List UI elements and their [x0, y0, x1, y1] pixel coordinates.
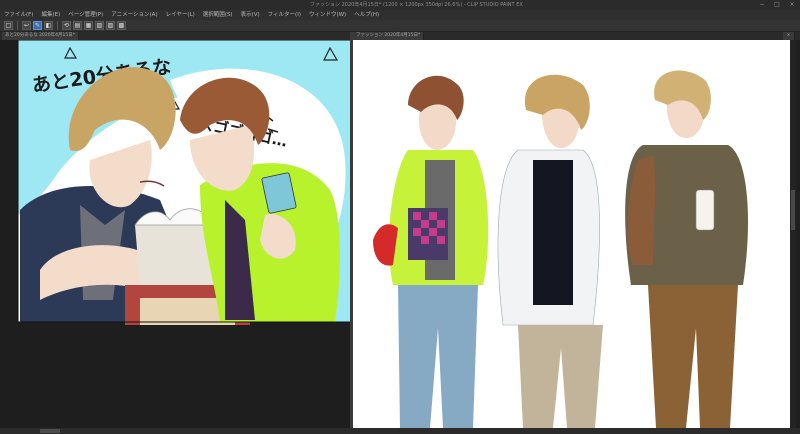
new-file-icon[interactable]: □	[4, 21, 13, 30]
right-canvas-pane[interactable]	[353, 40, 790, 428]
horizontal-scroll-thumb[interactable]	[40, 429, 60, 433]
left-canvas-pane[interactable]: あと20分あるな ズゴゴゴゴ…	[0, 40, 350, 428]
export-icon[interactable]: ▩	[117, 21, 126, 30]
menu-filter[interactable]: フィルター(I)	[268, 10, 301, 20]
pen-icon[interactable]: ✎	[33, 21, 42, 30]
minimize-button[interactable]: −	[755, 0, 769, 10]
right-tab-strip: ファッション 2020年4月15日* ×	[353, 32, 800, 40]
window-title: ファッション 2020年4月15日* (1200 × 1200px 350dpi…	[310, 2, 523, 8]
rotate-icon[interactable]: ⟲	[62, 21, 71, 30]
toolbar-separator	[17, 21, 18, 30]
frame-icon[interactable]: ▨	[106, 21, 115, 30]
menu-view[interactable]: 表示(V)	[241, 10, 260, 20]
fill-icon[interactable]: ◧	[44, 21, 53, 30]
layer-icon[interactable]: ▤	[73, 21, 82, 30]
undo-icon[interactable]: ↩	[22, 21, 31, 30]
menu-page[interactable]: ページ管理(P)	[68, 10, 103, 20]
scrollbar-thumb[interactable]	[791, 190, 795, 230]
tab-left-document[interactable]: あと20分あるな 2020年4月15日*	[2, 32, 79, 40]
menu-animation[interactable]: アニメーション(A)	[111, 10, 157, 20]
left-tab-strip: あと20分あるな 2020年4月15日*	[0, 32, 350, 40]
menu-file[interactable]: ファイル(F)	[4, 10, 33, 20]
command-bar: □ ↩ ✎ ◧ ⟲ ▤ ▦ ▧ ▨ ▩	[0, 20, 800, 32]
close-tab-icon[interactable]: ×	[783, 32, 795, 40]
menu-selection[interactable]: 選択範囲(S)	[203, 10, 233, 20]
title-bar: ファッション 2020年4月15日* (1200 × 1200px 350dpi…	[0, 0, 800, 10]
ruler-icon[interactable]: ▧	[95, 21, 104, 30]
maximize-button[interactable]: □	[770, 0, 784, 10]
toolbar-separator	[57, 21, 58, 30]
menu-window[interactable]: ウィンドウ(W)	[309, 10, 346, 20]
vertical-scrollbar[interactable]	[790, 40, 796, 428]
close-button[interactable]: ×	[785, 0, 799, 10]
menu-edit[interactable]: 編集(E)	[41, 10, 60, 20]
tab-right-document[interactable]: ファッション 2020年4月15日*	[353, 32, 425, 40]
menu-bar: ファイル(F) 編集(E) ページ管理(P) アニメーション(A) レイヤー(L…	[0, 10, 800, 20]
menu-layer[interactable]: レイヤー(L)	[166, 10, 195, 20]
status-bar	[0, 428, 800, 434]
left-canvas-illustration[interactable]: あと20分あるな ズゴゴゴゴ…	[0, 40, 350, 428]
grid-icon[interactable]: ▦	[84, 21, 93, 30]
right-canvas-illustration[interactable]	[353, 40, 790, 428]
menu-help[interactable]: ヘルプ(H)	[354, 10, 379, 20]
